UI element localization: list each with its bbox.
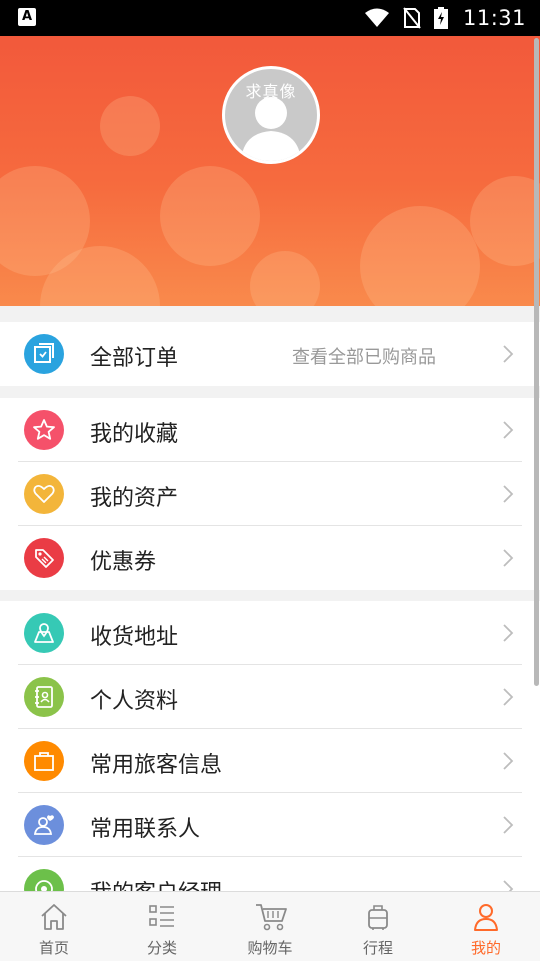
clock: 11:31 (462, 6, 526, 30)
chevron-right-icon (503, 549, 514, 567)
frequent-contacts-item[interactable]: 常用联系人 (0, 793, 540, 857)
shipping-address-label: 收货地址 (90, 625, 179, 650)
bokeh-light (250, 251, 320, 306)
personal-info-label: 个人资料 (90, 689, 179, 714)
status-bar: A 11:31 (0, 0, 540, 36)
bottom-tab-bar: 首页 分类 购物车 行程 我的 (0, 891, 540, 961)
bokeh-light (100, 96, 160, 156)
my-assets-label: 我的资产 (90, 486, 179, 511)
luggage-icon (368, 905, 388, 930)
bokeh-light (360, 206, 480, 306)
star-icon (24, 410, 64, 450)
accessibility-icon: A (18, 8, 36, 26)
coupons-label: 优惠券 (90, 550, 157, 575)
tab-home-label: 首页 (38, 939, 69, 957)
home-icon (41, 904, 67, 930)
tab-mine-label: 我的 (470, 939, 501, 957)
battery-charging-icon (434, 7, 448, 29)
view-all-purchased-link[interactable]: 查看全部已购商品 (292, 343, 436, 369)
chevron-right-icon (503, 688, 514, 706)
chevron-right-icon (503, 816, 514, 834)
all-orders-item[interactable]: 全部订单 查看全部已购商品 (0, 322, 540, 386)
tab-itinerary-label: 行程 (362, 939, 393, 957)
tab-mine[interactable]: 我的 (432, 892, 540, 961)
orders-section: 全部订单 查看全部已购商品 (0, 322, 540, 386)
tab-itinerary[interactable]: 行程 (324, 892, 432, 961)
chevron-right-icon (503, 345, 514, 363)
favorites-label: 我的收藏 (90, 422, 179, 447)
assets-section: 我的收藏 我的资产 优惠券 (0, 398, 540, 590)
chevron-right-icon (503, 421, 514, 439)
bokeh-light (160, 166, 260, 266)
tab-home[interactable]: 首页 (0, 892, 108, 961)
personal-section: 收货地址 个人资料 常用旅客信息 常用联系人 我的客户经理 (0, 601, 540, 921)
chevron-right-icon (503, 485, 514, 503)
wifi-icon (364, 8, 389, 27)
frequent-contacts-label: 常用联系人 (90, 817, 201, 842)
shopping-bag-icon (24, 741, 64, 781)
no-sim-icon (403, 7, 421, 29)
contact-book-icon (24, 677, 64, 717)
chevron-right-icon (503, 624, 514, 642)
bokeh-light (470, 176, 540, 266)
map-icon (24, 613, 64, 653)
tab-category[interactable]: 分类 (108, 892, 216, 961)
status-icons (356, 7, 448, 29)
shipping-address-item[interactable]: 收货地址 (0, 601, 540, 665)
frequent-travelers-item[interactable]: 常用旅客信息 (0, 729, 540, 793)
profile-header: 求真像 (0, 36, 540, 306)
category-list-icon (149, 905, 174, 927)
contact-person-icon (24, 805, 64, 845)
scrollbar[interactable] (534, 38, 539, 686)
chevron-right-icon (503, 752, 514, 770)
cart-icon (256, 904, 287, 931)
favorites-item[interactable]: 我的收藏 (0, 398, 540, 462)
personal-info-item[interactable]: 个人资料 (0, 665, 540, 729)
avatar[interactable]: 求真像 (222, 66, 320, 164)
tab-cart[interactable]: 购物车 (216, 892, 324, 961)
my-assets-item[interactable]: 我的资产 (0, 462, 540, 526)
heart-icon (24, 474, 64, 514)
all-orders-label: 全部订单 (90, 346, 179, 371)
tab-cart-label: 购物车 (247, 939, 293, 957)
coupons-item[interactable]: 优惠券 (0, 526, 540, 590)
coupon-tag-icon (24, 538, 64, 578)
orders-icon (24, 334, 64, 374)
frequent-travelers-label: 常用旅客信息 (90, 753, 223, 778)
profile-icon (474, 904, 498, 931)
avatar-caption: 求真像 (245, 82, 297, 101)
tab-category-label: 分类 (146, 939, 177, 957)
